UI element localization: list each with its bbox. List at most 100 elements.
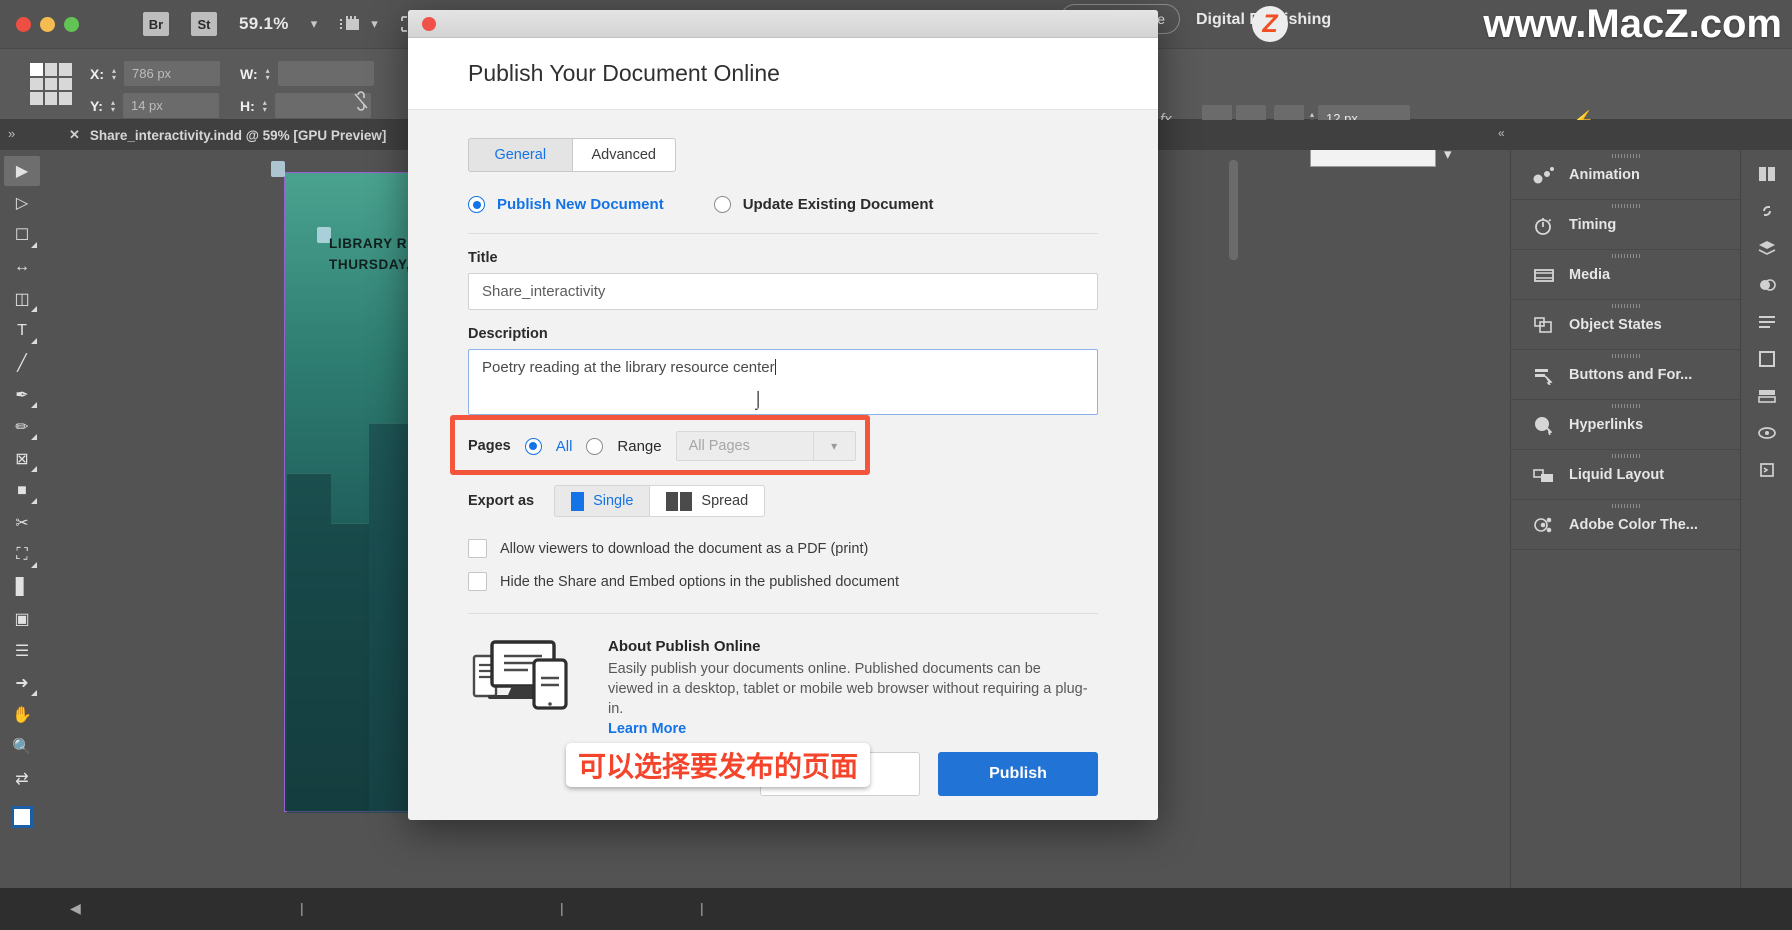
y-stepper[interactable]: ▴ ▾ bbox=[111, 98, 115, 113]
panel-item-object-states[interactable]: Object States bbox=[1511, 300, 1740, 350]
note-tool[interactable]: ☰ bbox=[4, 636, 40, 666]
gradient-feather-tool[interactable]: ▣ bbox=[4, 604, 40, 634]
publish-button[interactable]: Publish bbox=[938, 752, 1098, 796]
panel-item-hyperlinks[interactable]: Hyperlinks bbox=[1511, 400, 1740, 450]
export-single-label: Single bbox=[593, 493, 634, 509]
panel-grip-icon[interactable] bbox=[1611, 404, 1640, 408]
paragraph-styles-icon[interactable] bbox=[1752, 308, 1782, 336]
zoom-dropdown-chevron-icon[interactable]: ▾ bbox=[311, 16, 318, 32]
radio-update-existing[interactable] bbox=[713, 196, 731, 213]
status-page-icon[interactable]: ◀ bbox=[70, 900, 81, 917]
panel-item-animation[interactable]: Animation bbox=[1511, 150, 1740, 200]
content-collector-tool[interactable]: ◫ bbox=[4, 284, 40, 314]
screen-mode-icon[interactable] bbox=[339, 14, 361, 34]
chevron-down-icon[interactable]: ▾ bbox=[812, 432, 855, 460]
panel-grip-icon[interactable] bbox=[1611, 454, 1640, 458]
hide-share-checkbox[interactable] bbox=[468, 572, 487, 591]
anchor-icon bbox=[271, 161, 285, 177]
selection-tool[interactable]: ▶ bbox=[4, 156, 40, 186]
swatches-panel-icon[interactable] bbox=[1752, 345, 1782, 373]
panel-item-buttons-and-forms[interactable]: Buttons and For... bbox=[1511, 350, 1740, 400]
window-traffic-lights[interactable] bbox=[0, 16, 79, 32]
radio-update-existing-label: Update Existing Document bbox=[742, 196, 934, 213]
pen-tool[interactable]: ✒ bbox=[4, 380, 40, 410]
export-as-segmented-control: Single Spread bbox=[554, 485, 766, 517]
dialog-tabs: General Advanced bbox=[468, 138, 676, 172]
zoom-tool[interactable]: 🔍 bbox=[4, 732, 40, 762]
maximize-window-button[interactable] bbox=[64, 16, 79, 32]
eyedropper-tool[interactable]: ➜ bbox=[4, 668, 40, 698]
pages-dropdown[interactable]: All Pages ▾ bbox=[675, 431, 856, 461]
frame-tool[interactable]: ⊠ bbox=[4, 444, 40, 474]
panel-item-timing[interactable]: Timing bbox=[1511, 200, 1740, 250]
preview-panel-icon[interactable] bbox=[1752, 419, 1782, 447]
panel-item-adobe-color-themes[interactable]: Adobe Color The... bbox=[1511, 500, 1740, 550]
links-panel-icon[interactable] bbox=[1752, 197, 1782, 225]
tab-advanced[interactable]: Advanced bbox=[571, 138, 676, 172]
publish-online-dialog[interactable]: Publish Your Document Online General Adv… bbox=[408, 10, 1158, 820]
adobe-color-themes-icon bbox=[1534, 517, 1552, 532]
scissors-tool[interactable]: ✂ bbox=[4, 508, 40, 538]
width-input[interactable] bbox=[277, 61, 374, 86]
gradient-swatch-tool[interactable]: ▋ bbox=[4, 572, 40, 602]
canvas-scrollbar[interactable] bbox=[1229, 160, 1238, 260]
scripts-panel-icon[interactable] bbox=[1752, 456, 1782, 484]
panel-grip-icon[interactable] bbox=[1611, 504, 1640, 508]
description-textarea[interactable]: Poetry reading at the library resource c… bbox=[468, 349, 1098, 415]
y-coordinate-input[interactable]: 14 px bbox=[122, 93, 219, 118]
tab-general[interactable]: General bbox=[468, 138, 572, 172]
panel-item-media[interactable]: Media bbox=[1511, 250, 1740, 300]
panel-grip-icon[interactable] bbox=[1611, 204, 1640, 208]
panel-grip-icon[interactable] bbox=[1611, 254, 1640, 258]
close-window-button[interactable] bbox=[16, 16, 31, 32]
rectangle-tool[interactable]: ■ bbox=[4, 476, 40, 506]
about-body: Easily publish your documents online. Pu… bbox=[608, 661, 1088, 717]
close-document-icon[interactable]: ✕ bbox=[69, 127, 80, 143]
export-single-button[interactable]: Single bbox=[554, 485, 650, 517]
radio-publish-new[interactable] bbox=[468, 196, 485, 213]
fill-stroke-swatches[interactable] bbox=[4, 802, 40, 832]
free-transform-tool[interactable]: ⛶ bbox=[4, 540, 40, 570]
pencil-tool[interactable]: ✏ bbox=[4, 412, 40, 442]
radio-pages-all[interactable] bbox=[524, 437, 542, 455]
screen-mode-chevron-icon[interactable]: ▾ bbox=[371, 16, 378, 32]
fill-stroke-swap[interactable]: ⇄ bbox=[4, 764, 40, 794]
line-tool[interactable]: ╱ bbox=[4, 348, 40, 378]
direct-selection-tool[interactable]: ▷ bbox=[4, 188, 40, 218]
panel-item-liquid-layout[interactable]: Liquid Layout bbox=[1511, 450, 1740, 500]
panel-grip-icon[interactable] bbox=[1611, 154, 1640, 158]
stock-button[interactable]: St bbox=[191, 12, 217, 36]
minimize-window-button[interactable] bbox=[40, 16, 55, 32]
panel-collapse-icon[interactable]: « bbox=[1498, 126, 1505, 140]
gap-tool[interactable]: ↔ bbox=[4, 252, 40, 282]
bridge-button[interactable]: Br bbox=[143, 12, 169, 36]
height-stepper[interactable]: ▴ ▾ bbox=[263, 98, 267, 113]
type-tool[interactable]: T bbox=[4, 316, 40, 346]
zoom-level-value[interactable]: 59.1% bbox=[239, 14, 289, 34]
publish-online-illustration-icon bbox=[472, 640, 568, 710]
panel-grip-icon[interactable] bbox=[1611, 304, 1640, 308]
page-tool[interactable]: ☐ bbox=[4, 220, 40, 250]
title-input[interactable]: Share_interactivity bbox=[468, 273, 1098, 310]
x-coordinate-input[interactable]: 786 px bbox=[124, 61, 221, 86]
width-stepper[interactable]: ▴ ▾ bbox=[266, 66, 270, 81]
hand-tool[interactable]: ✋ bbox=[4, 700, 40, 730]
cc-libraries-icon[interactable] bbox=[1752, 382, 1782, 410]
document-tab[interactable]: ✕ Share_interactivity.indd @ 59% [GPU Pr… bbox=[55, 120, 401, 150]
panel-grip-icon[interactable] bbox=[1611, 354, 1640, 358]
effects-panel-icon[interactable] bbox=[1752, 271, 1782, 299]
layers-panel-icon[interactable] bbox=[1752, 234, 1782, 262]
reference-point-selector[interactable] bbox=[30, 63, 72, 105]
panel-label: Buttons and For... bbox=[1569, 366, 1693, 383]
allow-download-row[interactable]: Allow viewers to download the document a… bbox=[468, 539, 1098, 558]
hide-share-row[interactable]: Hide the Share and Embed options in the … bbox=[468, 572, 1098, 591]
dialog-close-button[interactable] bbox=[422, 16, 436, 31]
x-stepper[interactable]: ▴ ▾ bbox=[112, 66, 116, 81]
allow-download-checkbox[interactable] bbox=[468, 539, 487, 558]
radio-pages-range[interactable] bbox=[586, 437, 604, 455]
export-spread-button[interactable]: Spread bbox=[649, 485, 766, 517]
constrain-proportions-icon[interactable] bbox=[352, 91, 370, 111]
pages-panel-icon[interactable] bbox=[1752, 160, 1782, 188]
status-divider-icon: | bbox=[700, 900, 704, 916]
tab-overflow-icon[interactable]: » bbox=[8, 126, 15, 141]
